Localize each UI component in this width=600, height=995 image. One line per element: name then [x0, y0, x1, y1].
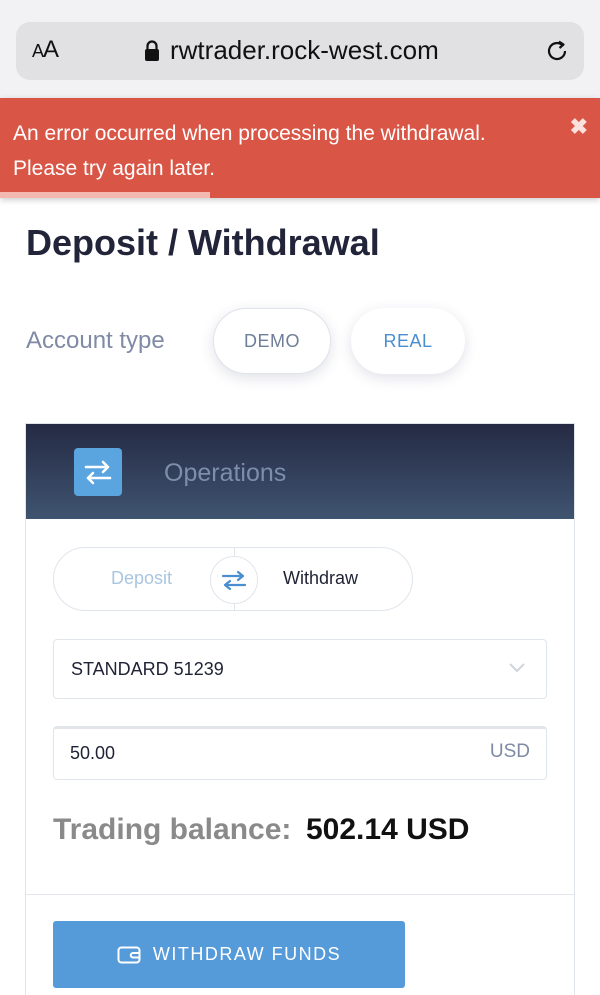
text-size-button[interactable]: AA [32, 36, 59, 64]
close-icon[interactable]: ✖ [570, 114, 588, 140]
operations-card: Operations Deposit Withdraw STANDARD 512… [25, 423, 575, 995]
text-size-small-label: A [32, 41, 44, 61]
browser-chrome: AA rwtrader.rock-west.com [0, 0, 600, 98]
page-title: Deposit / Withdrawal [26, 222, 380, 263]
url-display[interactable]: rwtrader.rock-west.com [144, 35, 439, 66]
swap-arrows-icon [74, 448, 122, 496]
amount-value: 50.00 [70, 743, 116, 763]
trading-balance-label: Trading balance: [53, 813, 292, 846]
withdraw-funds-button[interactable]: WITHDRAW FUNDS [53, 921, 405, 988]
account-type-demo-button[interactable]: DEMO [213, 308, 331, 374]
reload-icon[interactable] [544, 38, 570, 64]
error-message-line1: An error occurred when processing the wi… [13, 122, 486, 145]
url-text: rwtrader.rock-west.com [170, 35, 439, 65]
operations-header: Operations [26, 424, 574, 519]
error-message-line2: Please try again later. [13, 157, 215, 180]
amount-field[interactable]: 50.00 USD [53, 726, 547, 780]
account-select-value: STANDARD 51239 [71, 659, 224, 679]
address-bar[interactable]: AA rwtrader.rock-west.com [16, 22, 584, 80]
deposit-option[interactable]: Deposit [111, 568, 172, 589]
text-size-large-label: A [43, 36, 59, 63]
amount-currency: USD [489, 741, 530, 762]
wallet-icon [117, 945, 141, 965]
account-type-real-button[interactable]: REAL [351, 308, 465, 374]
banner-timer-bar [0, 192, 210, 198]
chevron-down-icon [506, 656, 528, 678]
deposit-withdraw-toggle[interactable]: Deposit Withdraw [53, 547, 413, 611]
account-type-label: Account type [26, 327, 165, 354]
withdraw-funds-label: WITHDRAW FUNDS [152, 944, 342, 964]
lock-icon [144, 39, 160, 62]
account-select[interactable]: STANDARD 51239 [53, 639, 547, 699]
withdraw-option[interactable]: Withdraw [283, 568, 358, 589]
card-divider [26, 894, 574, 895]
error-banner: An error occurred when processing the wi… [0, 98, 600, 198]
error-message: An error occurred when processing the wi… [13, 116, 543, 186]
operations-title: Operations [164, 459, 287, 487]
trading-balance-value: 502.14 USD [306, 813, 470, 846]
swap-toggle-icon[interactable] [210, 556, 258, 604]
